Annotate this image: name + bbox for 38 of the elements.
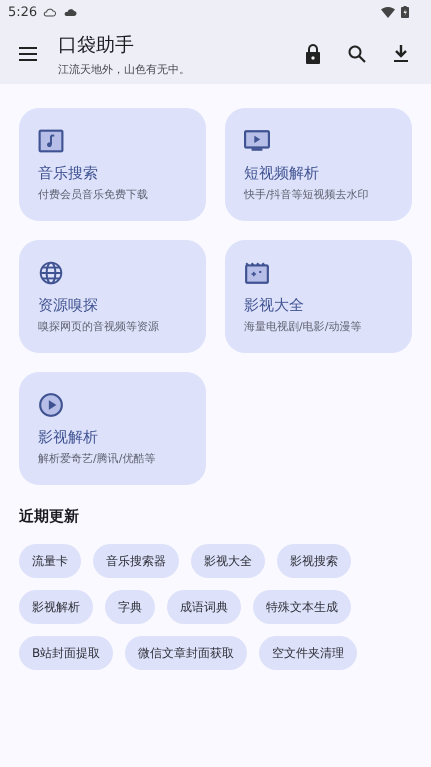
feature-card[interactable]: 短视频解析 快手/抖音等短视频去水印 (225, 108, 412, 221)
update-chip[interactable]: 字典 (105, 590, 155, 624)
update-chip[interactable]: 影视大全 (191, 544, 265, 578)
play-circle-icon (38, 392, 64, 418)
app-subtitle: 江流天地外，山色有无中。 (58, 62, 191, 76)
update-chip[interactable]: 微信文章封面获取 (125, 636, 248, 670)
feature-description: 解析爱奇艺/腾讯/优酷等 (38, 451, 156, 466)
feature-title: 影视解析 (38, 428, 98, 447)
feature-card[interactable]: 影视解析 解析爱奇艺/腾讯/优酷等 (19, 372, 206, 485)
update-chip[interactable]: 特殊文本生成 (253, 590, 351, 624)
clapperboard-icon (244, 260, 270, 286)
globe-icon (38, 260, 64, 286)
feature-title: 资源嗅探 (38, 296, 98, 315)
update-chip[interactable]: 流量卡 (19, 544, 81, 578)
music-note-icon (38, 128, 64, 154)
feature-card[interactable]: 影视大全 海量电视剧/电影/动漫等 (225, 240, 412, 353)
feature-title: 音乐搜索 (38, 164, 98, 183)
update-chip[interactable]: 影视解析 (19, 590, 93, 624)
feature-card[interactable]: 资源嗅探 嗅探网页的音视频等资源 (19, 240, 206, 353)
update-chip[interactable]: B站封面提取 (19, 636, 114, 670)
feature-title: 短视频解析 (244, 164, 319, 183)
update-chip[interactable]: 成语词典 (167, 590, 241, 624)
feature-description: 嗅探网页的音视频等资源 (38, 319, 159, 334)
feature-title: 影视大全 (244, 296, 304, 315)
feature-card[interactable]: 音乐搜索 付费会员音乐免费下载 (19, 108, 206, 221)
status-time: 5:26 (8, 4, 38, 20)
update-chip[interactable]: 空文件夹清理 (259, 636, 358, 670)
feature-description: 海量电视剧/电影/动漫等 (244, 319, 362, 334)
app-title: 口袋助手 (58, 32, 135, 58)
section-title: 近期更新 (19, 507, 80, 526)
battery-icon (401, 6, 409, 18)
feature-description: 付费会员音乐免费下载 (38, 187, 148, 202)
wifi-icon (381, 6, 395, 18)
cloud-icon (63, 7, 78, 17)
update-chip[interactable]: 影视搜索 (277, 544, 351, 578)
feature-description: 快手/抖音等短视频去水印 (244, 187, 369, 202)
tv-play-icon (244, 128, 270, 154)
update-chip[interactable]: 音乐搜索器 (93, 544, 179, 578)
